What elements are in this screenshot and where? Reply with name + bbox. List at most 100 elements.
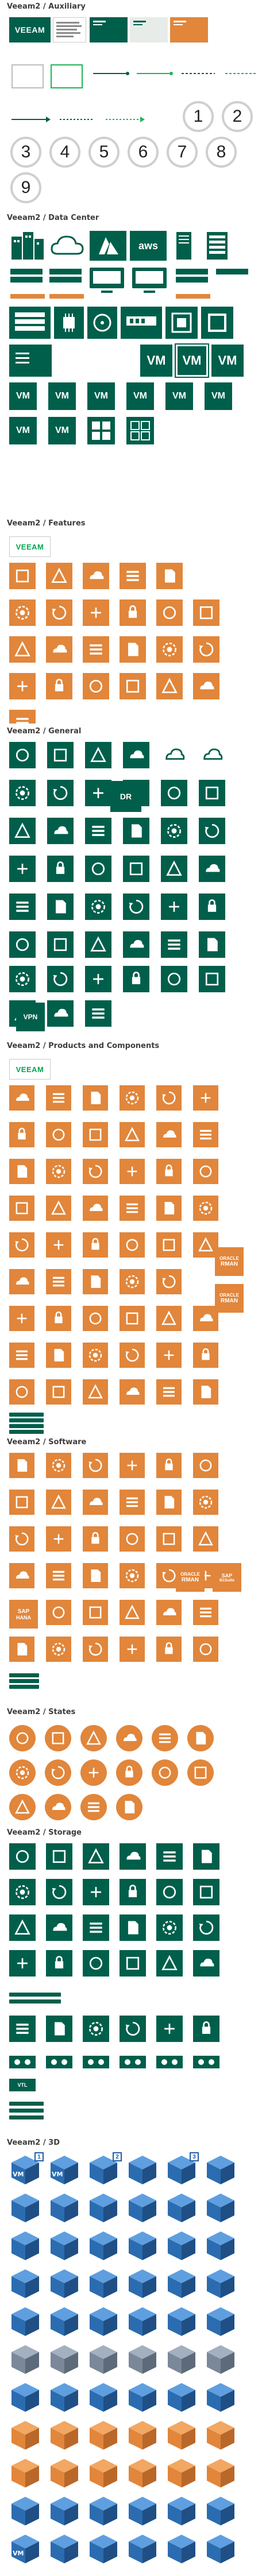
- software-icon-5-1: [46, 1637, 71, 1662]
- number-circle-1: 1: [183, 101, 214, 132]
- cube-3d-icon: [51, 2194, 78, 2222]
- software-icon-1-4: [156, 1490, 182, 1515]
- storage-icon-0-2: [83, 1843, 109, 1870]
- products-icon-8-3: [120, 1379, 145, 1405]
- software-icon-4-3: [120, 1600, 145, 1625]
- software-icon-3-1: [46, 1563, 71, 1588]
- oracle-rman-icon-2: ORACLE RMAN: [215, 1284, 244, 1313]
- general-icon-1-0: [9, 780, 36, 806]
- state-icon-2-1: [45, 1794, 71, 1820]
- products-icon-1-5: [193, 1122, 218, 1147]
- cube-3d-icon: [129, 2383, 156, 2412]
- products-icon-1-3: [120, 1122, 145, 1147]
- features-icon-3-0: [9, 673, 36, 699]
- features-icon-1-4: [156, 599, 183, 626]
- cube-3d-icon: [129, 2497, 156, 2525]
- vm-tile-6: VM: [87, 382, 115, 410]
- storage-icon-2-3: [120, 1914, 146, 1941]
- features-icon-2-0: [9, 636, 36, 663]
- frame-gray-icon: [11, 64, 44, 88]
- oracle-rman-software-icon: ORACLE RMAN: [176, 1563, 205, 1592]
- cube-3d-icon: [168, 2497, 195, 2525]
- products-icon-4-1: [46, 1232, 71, 1258]
- cube-number-badge: 2: [113, 2152, 122, 2161]
- cube-3d-icon: [11, 2535, 39, 2563]
- software-icon-1-1: [46, 1490, 71, 1515]
- cube-3d-icon: [11, 2459, 39, 2488]
- products-icon-8-5: [193, 1379, 218, 1405]
- features-icon-1-0: [9, 599, 36, 626]
- software-icon-5-0: [9, 1637, 34, 1662]
- cube-3d-icon: [51, 2156, 78, 2184]
- general-icon-6-1: [47, 966, 74, 992]
- vm-stack-icon: [9, 345, 52, 377]
- features-icon-2-4: [156, 636, 183, 663]
- software-icon-1-0: [9, 1490, 34, 1515]
- cube-3d-icon: [207, 2345, 234, 2374]
- software-icon-2-4: [156, 1526, 182, 1552]
- general-icon-4-5: [199, 894, 225, 920]
- tape-cassette-icon: [46, 2056, 72, 2068]
- software-icon-3-3: [120, 1563, 145, 1588]
- number-circle-9: 9: [10, 172, 41, 203]
- products-icon-0-0: [9, 1085, 34, 1111]
- vm-tile-9: VM: [205, 382, 232, 410]
- cube-3d-icon: [90, 2231, 117, 2260]
- rack-unit-row: [9, 266, 256, 301]
- software-icon-4-4: [156, 1600, 182, 1625]
- storage-icon-1-4: [156, 1879, 183, 1905]
- features-icon-0-2: [83, 563, 109, 589]
- vm-label: VM: [55, 391, 69, 401]
- cube-3d-icon: [51, 2383, 78, 2412]
- software-icon-5-3: [120, 1637, 145, 1662]
- cube-3d-icon: [207, 2307, 234, 2336]
- software-icon-1-2: [83, 1490, 108, 1515]
- cube-3d-icon: [11, 2307, 39, 2336]
- cube-3d-icon: [207, 2383, 234, 2412]
- features-icon-0-4: [156, 563, 183, 589]
- cube-number-badge: 3: [190, 2152, 199, 2161]
- products-icon-5-3: [120, 1269, 145, 1294]
- general-icon-6-2: [85, 966, 111, 992]
- general-outline-icon: [161, 742, 187, 768]
- vm-label: VM: [94, 391, 108, 401]
- products-icon-3-2: [83, 1196, 108, 1221]
- vm-tile-8: VM: [165, 382, 193, 410]
- general-icon-6-4: [161, 966, 187, 992]
- features-icon-1-1: [46, 599, 72, 626]
- cube-3d-icon: [207, 2421, 234, 2450]
- tape-cassette-icon: [9, 2056, 36, 2068]
- storage-icon-2-0: [9, 1914, 36, 1941]
- products-icon-4-4: [156, 1232, 182, 1258]
- general-icon-4-1: [47, 894, 74, 920]
- cube-3d-icon: [11, 2383, 39, 2412]
- software-icon-2-3: [120, 1526, 145, 1552]
- sap-label: SAP: [17, 1608, 30, 1615]
- general-icon-4-0: [9, 894, 36, 920]
- cube-3d-icon: [207, 2497, 234, 2525]
- disk-icon: [87, 307, 117, 339]
- panel-green-icon: [90, 17, 128, 42]
- cube-3d-icon: [11, 2345, 39, 2374]
- general-outline-icon: [199, 742, 225, 768]
- section-products: Veeam2 / Products and Components VEEAM O…: [0, 1039, 262, 1436]
- tape-cassette-icon: [83, 2056, 109, 2068]
- cube-3d-icon: [11, 2421, 39, 2450]
- products-icon-8-2: [83, 1379, 108, 1405]
- features-icon-2-1: [46, 636, 72, 663]
- storage-shelf-bar: [9, 1993, 61, 1997]
- products-icon-3-4: [156, 1196, 182, 1221]
- features-icon-1-5: [193, 599, 219, 626]
- sap-hana-icon: SAP HANA: [9, 1600, 38, 1629]
- cube-3d-icon: [207, 2269, 234, 2298]
- text-block-icon: [53, 17, 86, 42]
- tape-cassette-icon: [156, 2056, 183, 2068]
- general-icon-3-1: [47, 856, 74, 882]
- connector-lines-row1: [93, 72, 256, 75]
- vm-grid-icon: [87, 417, 115, 444]
- dr-icon: DR: [110, 781, 141, 812]
- cube-3d-icon: [90, 2421, 117, 2450]
- cube-3d-icon: [90, 2497, 117, 2525]
- features-icon-3-5: [193, 673, 219, 699]
- general-icon-4-2: [85, 894, 111, 920]
